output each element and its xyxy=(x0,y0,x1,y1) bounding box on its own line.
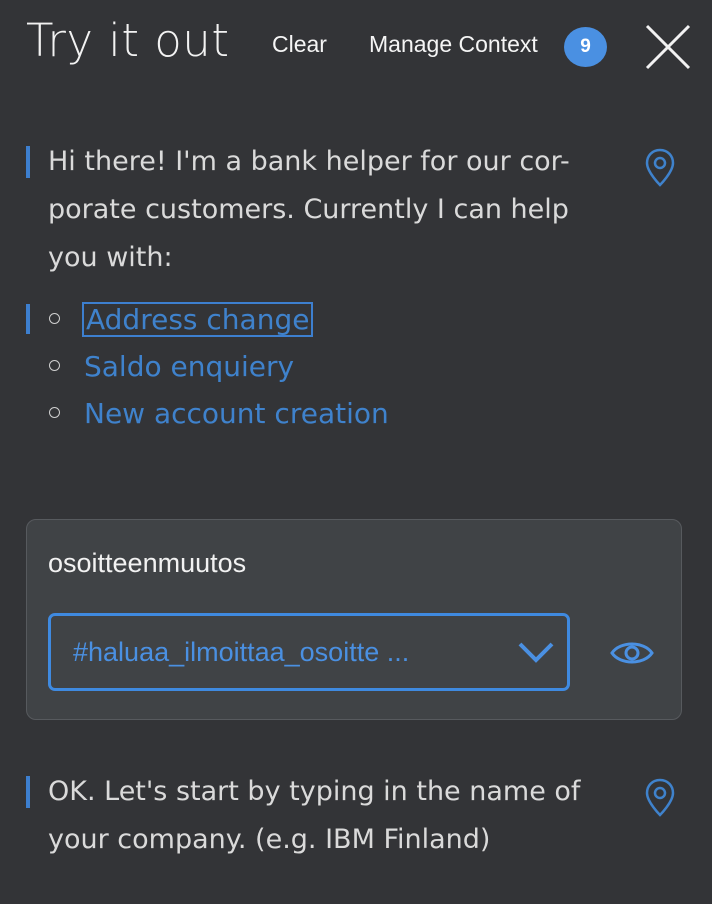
intent-card: osoitteenmuutos #haluaa_ilmoittaa_osoitt… xyxy=(26,519,682,720)
context-count-badge[interactable]: 9 xyxy=(564,27,607,67)
option-address-change[interactable]: Address change xyxy=(26,296,526,343)
bullet-icon xyxy=(49,313,60,324)
bullet-icon xyxy=(49,360,60,371)
intent-select-value: #haluaa_ilmoittaa_osoitte ... xyxy=(73,637,410,667)
message-line: OK. Let's start by typing in the name of xyxy=(48,776,581,807)
intent-card-title: osoitteenmuutos xyxy=(48,548,247,578)
option-label[interactable]: Saldo enquiery xyxy=(84,343,294,390)
option-label[interactable]: Address change xyxy=(82,302,314,337)
bot-message: OK. Let's start by typing in the name of… xyxy=(26,768,636,864)
message-bar xyxy=(26,776,30,808)
message-line: you with: xyxy=(48,242,173,273)
page-title: Try it out xyxy=(26,14,230,67)
option-new-account-creation[interactable]: New account creation xyxy=(26,390,526,437)
clear-button[interactable]: Clear xyxy=(272,31,327,58)
bullet-icon xyxy=(49,407,60,418)
option-list: Address change Saldo enquiery New accoun… xyxy=(26,296,526,437)
message-line: Hi there! I'm a bank helper for our cor- xyxy=(48,146,570,177)
location-pin-icon[interactable] xyxy=(645,148,675,188)
message-line: porate customers. Currently I can help xyxy=(48,194,569,225)
chevron-down-icon xyxy=(518,642,554,663)
manage-context-button[interactable]: Manage Context xyxy=(369,31,538,58)
eye-icon[interactable] xyxy=(610,633,654,673)
option-label[interactable]: New account creation xyxy=(84,390,389,437)
message-bar xyxy=(26,146,30,178)
bot-message: Hi there! I'm a bank helper for our cor-… xyxy=(26,138,636,282)
close-icon[interactable] xyxy=(643,22,693,72)
header: Try it out Clear Manage Context 9 xyxy=(0,0,712,96)
intent-select[interactable]: #haluaa_ilmoittaa_osoitte ... xyxy=(48,613,570,691)
location-pin-icon[interactable] xyxy=(645,778,675,818)
message-line: your company. (e.g. IBM Finland) xyxy=(48,824,491,855)
option-saldo-enquiery[interactable]: Saldo enquiery xyxy=(26,343,526,390)
message-bar xyxy=(26,304,30,334)
